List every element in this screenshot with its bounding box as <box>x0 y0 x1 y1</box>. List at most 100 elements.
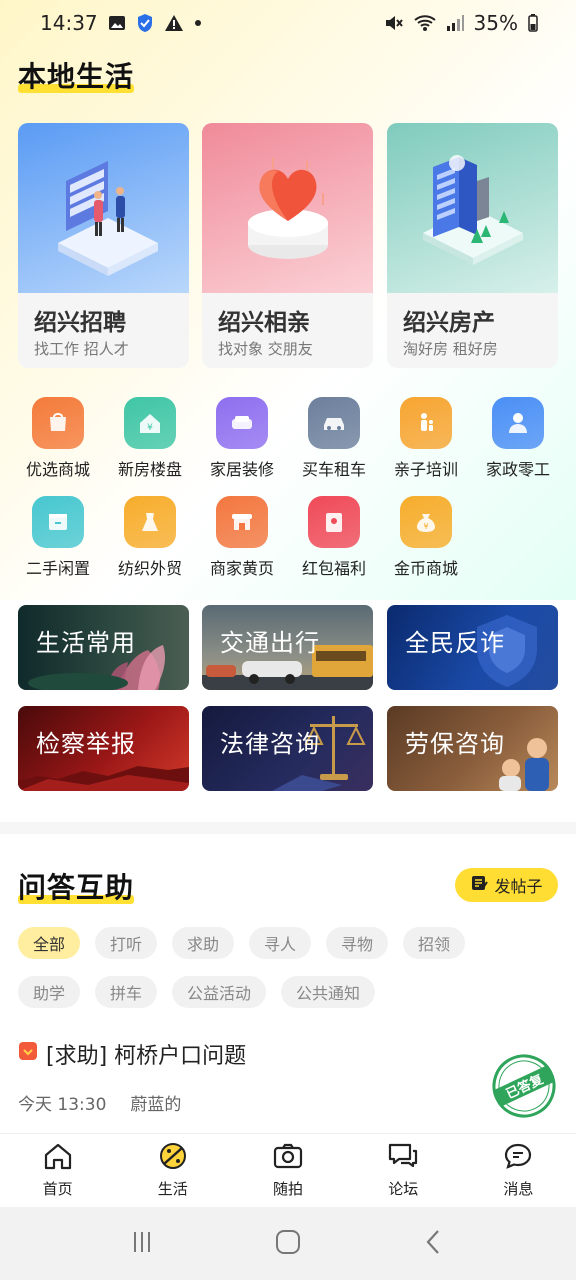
grid-item-label: 新房楼盘 <box>117 460 182 479</box>
filter-chip[interactable]: 寻物 <box>326 927 388 959</box>
signal-icon <box>446 14 464 32</box>
grid-item[interactable]: 商家黄页 <box>197 496 287 579</box>
grid-item-label: 商家黄页 <box>209 559 274 578</box>
filter-chip[interactable]: 求助 <box>172 927 234 959</box>
card-subtitle: 淘好房 租好房 <box>403 340 498 358</box>
service-tile-life[interactable]: 生活常用 <box>18 605 189 690</box>
grid-item[interactable]: 家政零工 <box>473 397 563 480</box>
filter-chip[interactable]: 助学 <box>18 976 80 1008</box>
new-post-label: 发帖子 <box>494 877 543 896</box>
shield-icon <box>136 13 154 33</box>
grid-item[interactable]: 纺织外贸 <box>105 496 195 579</box>
card-dating[interactable]: 绍兴相亲 找对象 交朋友 <box>202 123 373 368</box>
filter-chip[interactable]: 招领 <box>403 927 465 959</box>
shopping-bag-icon <box>32 397 84 449</box>
grid-item[interactable]: 家居装修 <box>197 397 287 480</box>
grid-item[interactable]: ¥ 金币商城 <box>381 496 471 579</box>
tab-home[interactable]: 首页 <box>0 1134 115 1207</box>
card-title: 绍兴招聘 <box>34 310 126 336</box>
card-subtitle: 找工作 招人才 <box>34 340 129 358</box>
house-icon: ¥ <box>124 397 176 449</box>
filter-chip[interactable]: 寻人 <box>249 927 311 959</box>
service-tile-label: 法律咨询 <box>220 730 320 758</box>
edit-icon <box>470 874 489 896</box>
filter-chip[interactable]: 公益活动 <box>172 976 266 1008</box>
grid-item-label: 金币商城 <box>393 559 458 578</box>
grid-item[interactable]: 亲子培训 <box>381 397 471 480</box>
section-divider <box>0 822 576 834</box>
dress-icon <box>124 496 176 548</box>
life-icon <box>158 1142 188 1174</box>
service-tile-label: 检察举报 <box>36 730 136 758</box>
tab-life[interactable]: 生活 <box>115 1134 230 1207</box>
qa-title-text: 问答互助 <box>18 871 135 904</box>
back-nav-button[interactable] <box>422 1229 446 1259</box>
local-life-title: 本地生活 <box>18 55 135 95</box>
service-tile-label: 生活常用 <box>36 629 136 657</box>
filter-chip[interactable]: 打听 <box>95 927 157 959</box>
image-icon <box>108 14 126 32</box>
grid-item[interactable]: 二手闲置 <box>13 496 103 579</box>
question-time: 今天 13:30 <box>18 1095 107 1115</box>
sofa-icon <box>216 397 268 449</box>
mute-icon <box>384 14 404 32</box>
app-screen: 14:37 35% 本地生活 绍兴招聘 找工作 招人才 绍兴相亲 找对象 交朋友… <box>0 0 576 1280</box>
filter-chip[interactable]: 公共通知 <box>281 976 375 1008</box>
service-tile-labor[interactable]: 劳保咨询 <box>387 706 558 791</box>
card-recruitment[interactable]: 绍兴招聘 找工作 招人才 <box>18 123 189 368</box>
red-envelope-icon <box>308 496 360 548</box>
grid-item-label: 二手闲置 <box>25 559 90 578</box>
parent-child-icon <box>400 397 452 449</box>
dot-icon <box>194 19 202 27</box>
card-title: 绍兴相亲 <box>218 310 310 336</box>
grid-item[interactable]: 买车租车 <box>289 397 379 480</box>
service-tile-label: 劳保咨询 <box>405 730 505 758</box>
tab-label: 首页 <box>42 1180 73 1198</box>
filter-chip[interactable]: 全部 <box>18 927 80 959</box>
system-nav-bar <box>0 1207 576 1280</box>
card-real-estate[interactable]: 绍兴房产 淘好房 租好房 <box>387 123 558 368</box>
battery-percent: 35% <box>473 11 518 35</box>
service-tile-label: 全民反诈 <box>405 629 505 657</box>
service-tile-procuratorate[interactable]: 检察举报 <box>18 706 189 791</box>
real-estate-illustration <box>387 123 558 293</box>
question-meta: 今天 13:30 蔚蓝的 <box>18 1090 181 1115</box>
tab-forum[interactable]: 论坛 <box>346 1134 461 1207</box>
filter-chip[interactable]: 拼车 <box>95 976 157 1008</box>
wifi-icon <box>413 14 436 32</box>
worker-icon <box>492 397 544 449</box>
grid-item-label: 纺织外贸 <box>117 559 182 578</box>
new-post-button[interactable]: 发帖子 <box>455 868 558 902</box>
box-icon <box>32 496 84 548</box>
warning-icon <box>164 14 184 32</box>
grid-item[interactable]: 优选商城 <box>13 397 103 480</box>
card-title: 绍兴房产 <box>403 310 495 336</box>
car-icon <box>308 397 360 449</box>
grid-item[interactable]: ¥ 新房楼盘 <box>105 397 195 480</box>
question-item[interactable]: [求助] 柯桥户口问题 <box>18 1038 246 1070</box>
question-title: [求助] 柯桥户口问题 <box>46 1044 247 1069</box>
service-tile-traffic[interactable]: 交通出行 <box>202 605 373 690</box>
grid-item-label: 家政零工 <box>485 460 550 479</box>
status-time: 14:37 <box>40 11 98 35</box>
recruitment-illustration <box>18 123 189 293</box>
card-subtitle: 找对象 交朋友 <box>218 340 313 358</box>
battery-icon <box>528 14 538 32</box>
service-tile-legal[interactable]: 法律咨询 <box>202 706 373 791</box>
service-tile-anti-fraud[interactable]: 全民反诈 <box>387 605 558 690</box>
grid-item-label: 家居装修 <box>209 460 274 479</box>
tab-messages[interactable]: 消息 <box>461 1134 576 1207</box>
tab-snapshot[interactable]: 随拍 <box>230 1134 345 1207</box>
storefront-icon <box>216 496 268 548</box>
recent-apps-button[interactable] <box>130 1230 154 1258</box>
grid-item[interactable]: 红包福利 <box>289 496 379 579</box>
message-icon <box>503 1142 533 1174</box>
home-nav-button[interactable] <box>275 1229 301 1259</box>
answered-stamp: 已答复 <box>490 1052 558 1120</box>
camera-icon <box>273 1142 303 1174</box>
question-author: 蔚蓝的 <box>130 1095 182 1115</box>
home-icon <box>43 1142 73 1174</box>
tab-label: 论坛 <box>388 1180 419 1198</box>
help-tag-icon <box>18 1041 38 1067</box>
qa-title: 问答互助 <box>18 866 135 906</box>
